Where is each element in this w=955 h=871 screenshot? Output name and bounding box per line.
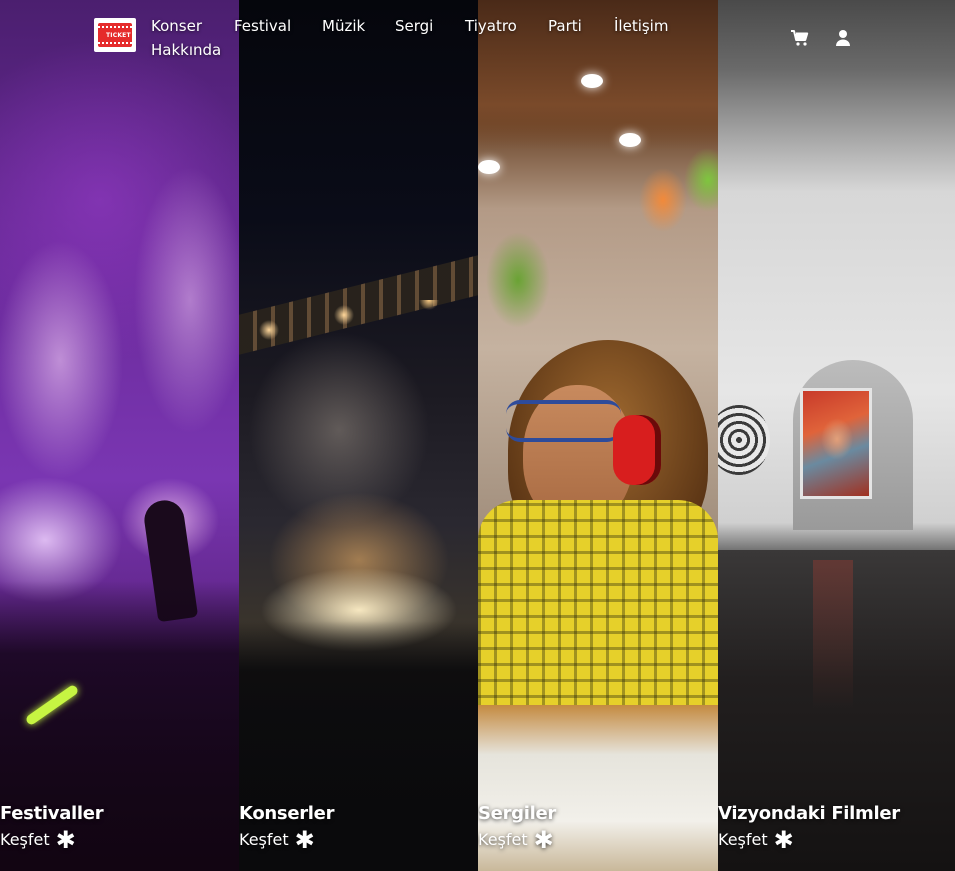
plaid-shirt	[478, 500, 718, 730]
nav-item-konser[interactable]: Konser	[151, 17, 202, 35]
asterisk-icon: ✱	[294, 825, 315, 854]
user-icon[interactable]	[833, 28, 853, 48]
category-panels: Festivaller Keşfet ✱ Konserler Keşfet ✱	[0, 0, 955, 871]
explore-link[interactable]: Keşfet ✱	[0, 825, 103, 854]
explore-label: Keşfet	[239, 830, 289, 849]
ceiling-spotlight	[581, 74, 603, 88]
panel-festivals[interactable]: Festivaller Keşfet ✱	[0, 0, 239, 871]
asterisk-icon: ✱	[773, 825, 794, 854]
ceiling-spotlight	[478, 160, 500, 174]
panel-title: Vizyondaki Filmler	[718, 803, 900, 824]
nav-item-parti[interactable]: Parti	[548, 17, 582, 35]
ticket-icon: TICKET	[98, 23, 132, 47]
glasses	[506, 400, 621, 442]
asterisk-icon: ✱	[533, 825, 554, 854]
explore-label: Keşfet	[0, 830, 50, 849]
explore-link[interactable]: Keşfet ✱	[239, 825, 334, 854]
stage-lights	[249, 300, 469, 350]
panel-exhibitions[interactable]: Sergiler Keşfet ✱	[478, 0, 718, 871]
ticket-logo[interactable]: TICKET	[94, 18, 136, 52]
explore-link[interactable]: Keşfet ✱	[718, 825, 900, 854]
portrait-painting	[800, 388, 872, 499]
panel-title: Festivaller	[0, 803, 104, 824]
nav-item-sergi[interactable]: Sergi	[395, 17, 433, 35]
panel-title: Konserler	[239, 803, 335, 824]
nav-item-iletisim[interactable]: İletişim	[614, 17, 668, 35]
nav-item-hakkinda[interactable]: Hakkında	[151, 41, 221, 59]
panel-concerts[interactable]: Konserler Keşfet ✱	[239, 0, 478, 871]
nav-item-muzik[interactable]: Müzik	[322, 17, 365, 35]
panel-caption: Sergiler Keşfet ✱	[478, 803, 556, 854]
explore-label: Keşfet	[478, 830, 528, 849]
ceiling-spotlight	[619, 133, 641, 147]
asterisk-icon: ✱	[55, 825, 76, 854]
panel-caption: Konserler Keşfet ✱	[239, 803, 335, 854]
panel-movies[interactable]: Vizyondaki Filmler Keşfet ✱	[718, 0, 955, 871]
floor-reflection	[813, 560, 853, 710]
explore-label: Keşfet	[718, 830, 768, 849]
headphones	[613, 415, 661, 485]
cart-icon[interactable]	[790, 28, 810, 48]
nav-item-tiyatro[interactable]: Tiyatro	[465, 17, 517, 35]
panel-caption: Vizyondaki Filmler Keşfet ✱	[718, 803, 900, 854]
explore-link[interactable]: Keşfet ✱	[478, 825, 556, 854]
nav-item-festival[interactable]: Festival	[234, 17, 291, 35]
top-navigation: TICKET Konser Festival Müzik Sergi Tiyat…	[0, 0, 955, 70]
panel-caption: Festivaller Keşfet ✱	[0, 803, 104, 854]
panel-title: Sergiler	[478, 803, 556, 824]
logo-text: TICKET	[106, 32, 131, 39]
